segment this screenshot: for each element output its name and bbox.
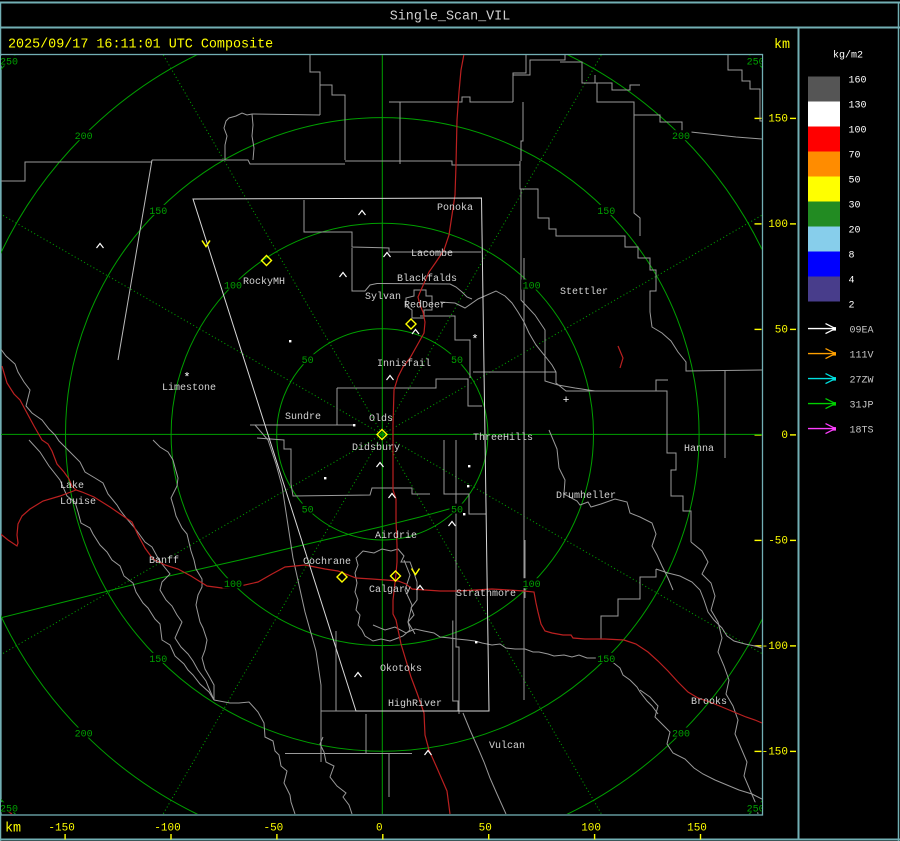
svg-text:-150: -150 — [48, 823, 74, 835]
svg-text:200: 200 — [672, 730, 690, 741]
svg-text:150: 150 — [768, 114, 788, 126]
svg-text:Olds: Olds — [369, 413, 393, 425]
svg-text:100: 100 — [523, 580, 541, 591]
svg-text:100: 100 — [849, 126, 867, 137]
svg-text:-100: -100 — [154, 823, 180, 835]
svg-text:4: 4 — [849, 276, 855, 287]
svg-text:Sylvan: Sylvan — [365, 291, 401, 303]
svg-text:130: 130 — [849, 101, 867, 112]
svg-text:Calgary: Calgary — [369, 584, 411, 596]
svg-text:100: 100 — [581, 823, 601, 835]
svg-text:Okotoks: Okotoks — [380, 663, 422, 675]
svg-text:-50: -50 — [263, 823, 283, 835]
svg-text:100: 100 — [523, 282, 541, 293]
svg-text:Banff: Banff — [149, 555, 179, 567]
svg-text:km: km — [774, 38, 790, 53]
svg-text:200: 200 — [672, 132, 690, 143]
svg-text:250: 250 — [0, 804, 18, 815]
svg-text:150: 150 — [687, 823, 707, 835]
svg-text:0: 0 — [376, 823, 383, 835]
svg-text:Airdrie: Airdrie — [375, 530, 417, 542]
svg-text:ThreeHills: ThreeHills — [473, 432, 533, 444]
svg-text:27ZW: 27ZW — [850, 376, 874, 387]
svg-text:Single_Scan_VIL: Single_Scan_VIL — [390, 10, 511, 25]
svg-text:2025/09/17 16:11:01 UTC Compos: 2025/09/17 16:11:01 UTC Composite — [8, 38, 273, 53]
svg-text:50: 50 — [451, 506, 463, 517]
svg-text:Lake: Lake — [60, 480, 84, 492]
svg-text:Louise: Louise — [60, 496, 96, 508]
svg-text:Lacombe: Lacombe — [411, 248, 453, 260]
svg-text:50: 50 — [849, 176, 861, 187]
svg-text:0: 0 — [781, 430, 788, 442]
svg-text:50: 50 — [451, 356, 463, 367]
svg-text:160: 160 — [849, 76, 867, 87]
svg-text:Brooks: Brooks — [691, 696, 727, 708]
svg-text:31JP: 31JP — [850, 401, 874, 412]
svg-text:50: 50 — [302, 506, 314, 517]
svg-text:-100: -100 — [762, 641, 788, 653]
svg-text:Hanna: Hanna — [684, 444, 714, 455]
svg-text:*: * — [183, 371, 190, 385]
svg-text:Drumheller: Drumheller — [556, 490, 616, 502]
svg-text:2: 2 — [849, 301, 855, 312]
svg-text:70: 70 — [849, 151, 861, 162]
svg-text:-50: -50 — [768, 536, 788, 548]
svg-text:+: + — [563, 395, 570, 407]
svg-text:100: 100 — [768, 219, 788, 231]
svg-text:-150: -150 — [762, 747, 788, 759]
svg-text:Strathmore: Strathmore — [456, 588, 516, 600]
svg-text:30: 30 — [849, 201, 861, 212]
svg-text:250: 250 — [0, 58, 18, 69]
svg-text:Blackfalds: Blackfalds — [397, 273, 457, 285]
svg-text:150: 150 — [597, 207, 615, 218]
svg-text:18TS: 18TS — [850, 426, 874, 437]
svg-text:100: 100 — [224, 580, 242, 591]
svg-text:Innisfail: Innisfail — [377, 358, 431, 370]
svg-text:100: 100 — [224, 282, 242, 293]
svg-text:09EA: 09EA — [850, 326, 874, 337]
svg-text:Cochrane: Cochrane — [303, 556, 351, 568]
svg-text:Vulcan: Vulcan — [489, 740, 525, 752]
svg-text:*: * — [471, 333, 478, 347]
svg-text:8: 8 — [849, 251, 855, 262]
svg-text:20: 20 — [849, 226, 861, 237]
svg-text:RedDeer: RedDeer — [404, 300, 446, 312]
svg-text:Sundre: Sundre — [285, 411, 321, 423]
svg-text:200: 200 — [75, 132, 93, 143]
svg-text:250: 250 — [747, 58, 765, 69]
svg-text:200: 200 — [75, 730, 93, 741]
svg-text:km: km — [5, 822, 21, 837]
svg-text:150: 150 — [597, 655, 615, 666]
svg-text:150: 150 — [149, 655, 167, 666]
svg-text:50: 50 — [302, 356, 314, 367]
svg-text:50: 50 — [479, 823, 492, 835]
svg-text:150: 150 — [149, 207, 167, 218]
svg-text:kg/m2: kg/m2 — [833, 50, 863, 62]
svg-text:111V: 111V — [850, 351, 874, 362]
svg-text:HighRiver: HighRiver — [388, 698, 442, 710]
svg-text:RockyMH: RockyMH — [243, 276, 285, 288]
svg-text:Ponoka: Ponoka — [437, 202, 473, 214]
svg-text:250: 250 — [747, 804, 765, 815]
svg-text:Stettler: Stettler — [560, 286, 608, 298]
svg-text:Didsbury: Didsbury — [352, 442, 400, 454]
svg-text:50: 50 — [775, 325, 788, 337]
